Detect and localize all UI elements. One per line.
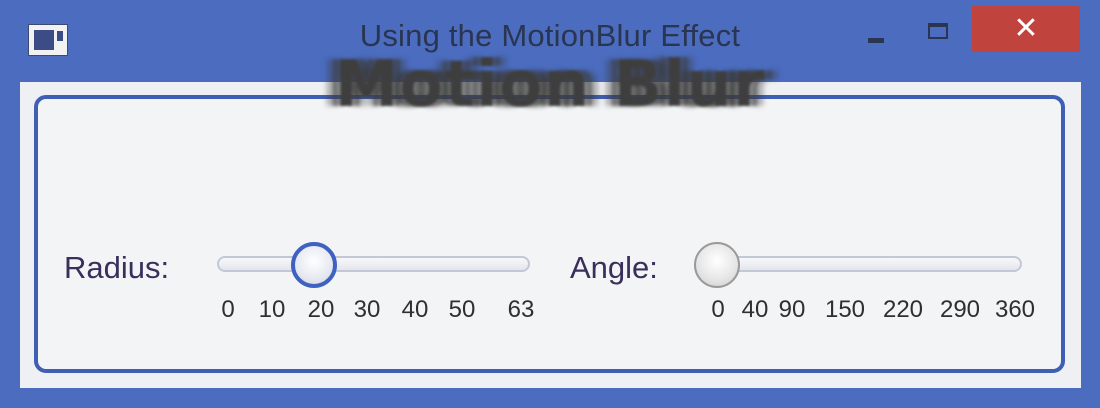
radius-tick-label: 40 <box>401 296 429 323</box>
angle-tick-label: 90 <box>778 296 806 323</box>
angle-tick-label: 290 <box>939 296 981 323</box>
radius-slider-track[interactable] <box>217 256 530 272</box>
close-button[interactable]: ✕ <box>972 6 1080 52</box>
radius-tick-label: 50 <box>448 296 476 323</box>
radius-tick-label: 0 <box>221 296 235 323</box>
angle-label: Angle: <box>570 250 658 285</box>
radius-tick-label: 30 <box>353 296 381 323</box>
radius-slider-thumb[interactable] <box>290 242 337 288</box>
motion-blur-text: Motion Blur <box>334 48 766 122</box>
client-area <box>20 82 1081 388</box>
angle-tick-label: 360 <box>994 296 1036 323</box>
app-window: Using the MotionBlur Effect ✕ Motion Blu… <box>0 0 1100 408</box>
angle-tick-label: 40 <box>741 296 769 323</box>
radius-tick-label: 63 <box>507 296 535 323</box>
radius-tick-label: 20 <box>307 296 335 323</box>
angle-tick-label: 0 <box>711 296 725 323</box>
radius-label: Radius: <box>64 250 170 285</box>
angle-tick-label: 150 <box>824 296 866 323</box>
angle-tick-label: 220 <box>882 296 924 323</box>
radius-tick-label: 10 <box>258 296 286 323</box>
angle-slider-thumb[interactable] <box>694 242 740 288</box>
content-panel <box>34 95 1065 373</box>
angle-slider-track[interactable] <box>697 256 1022 272</box>
